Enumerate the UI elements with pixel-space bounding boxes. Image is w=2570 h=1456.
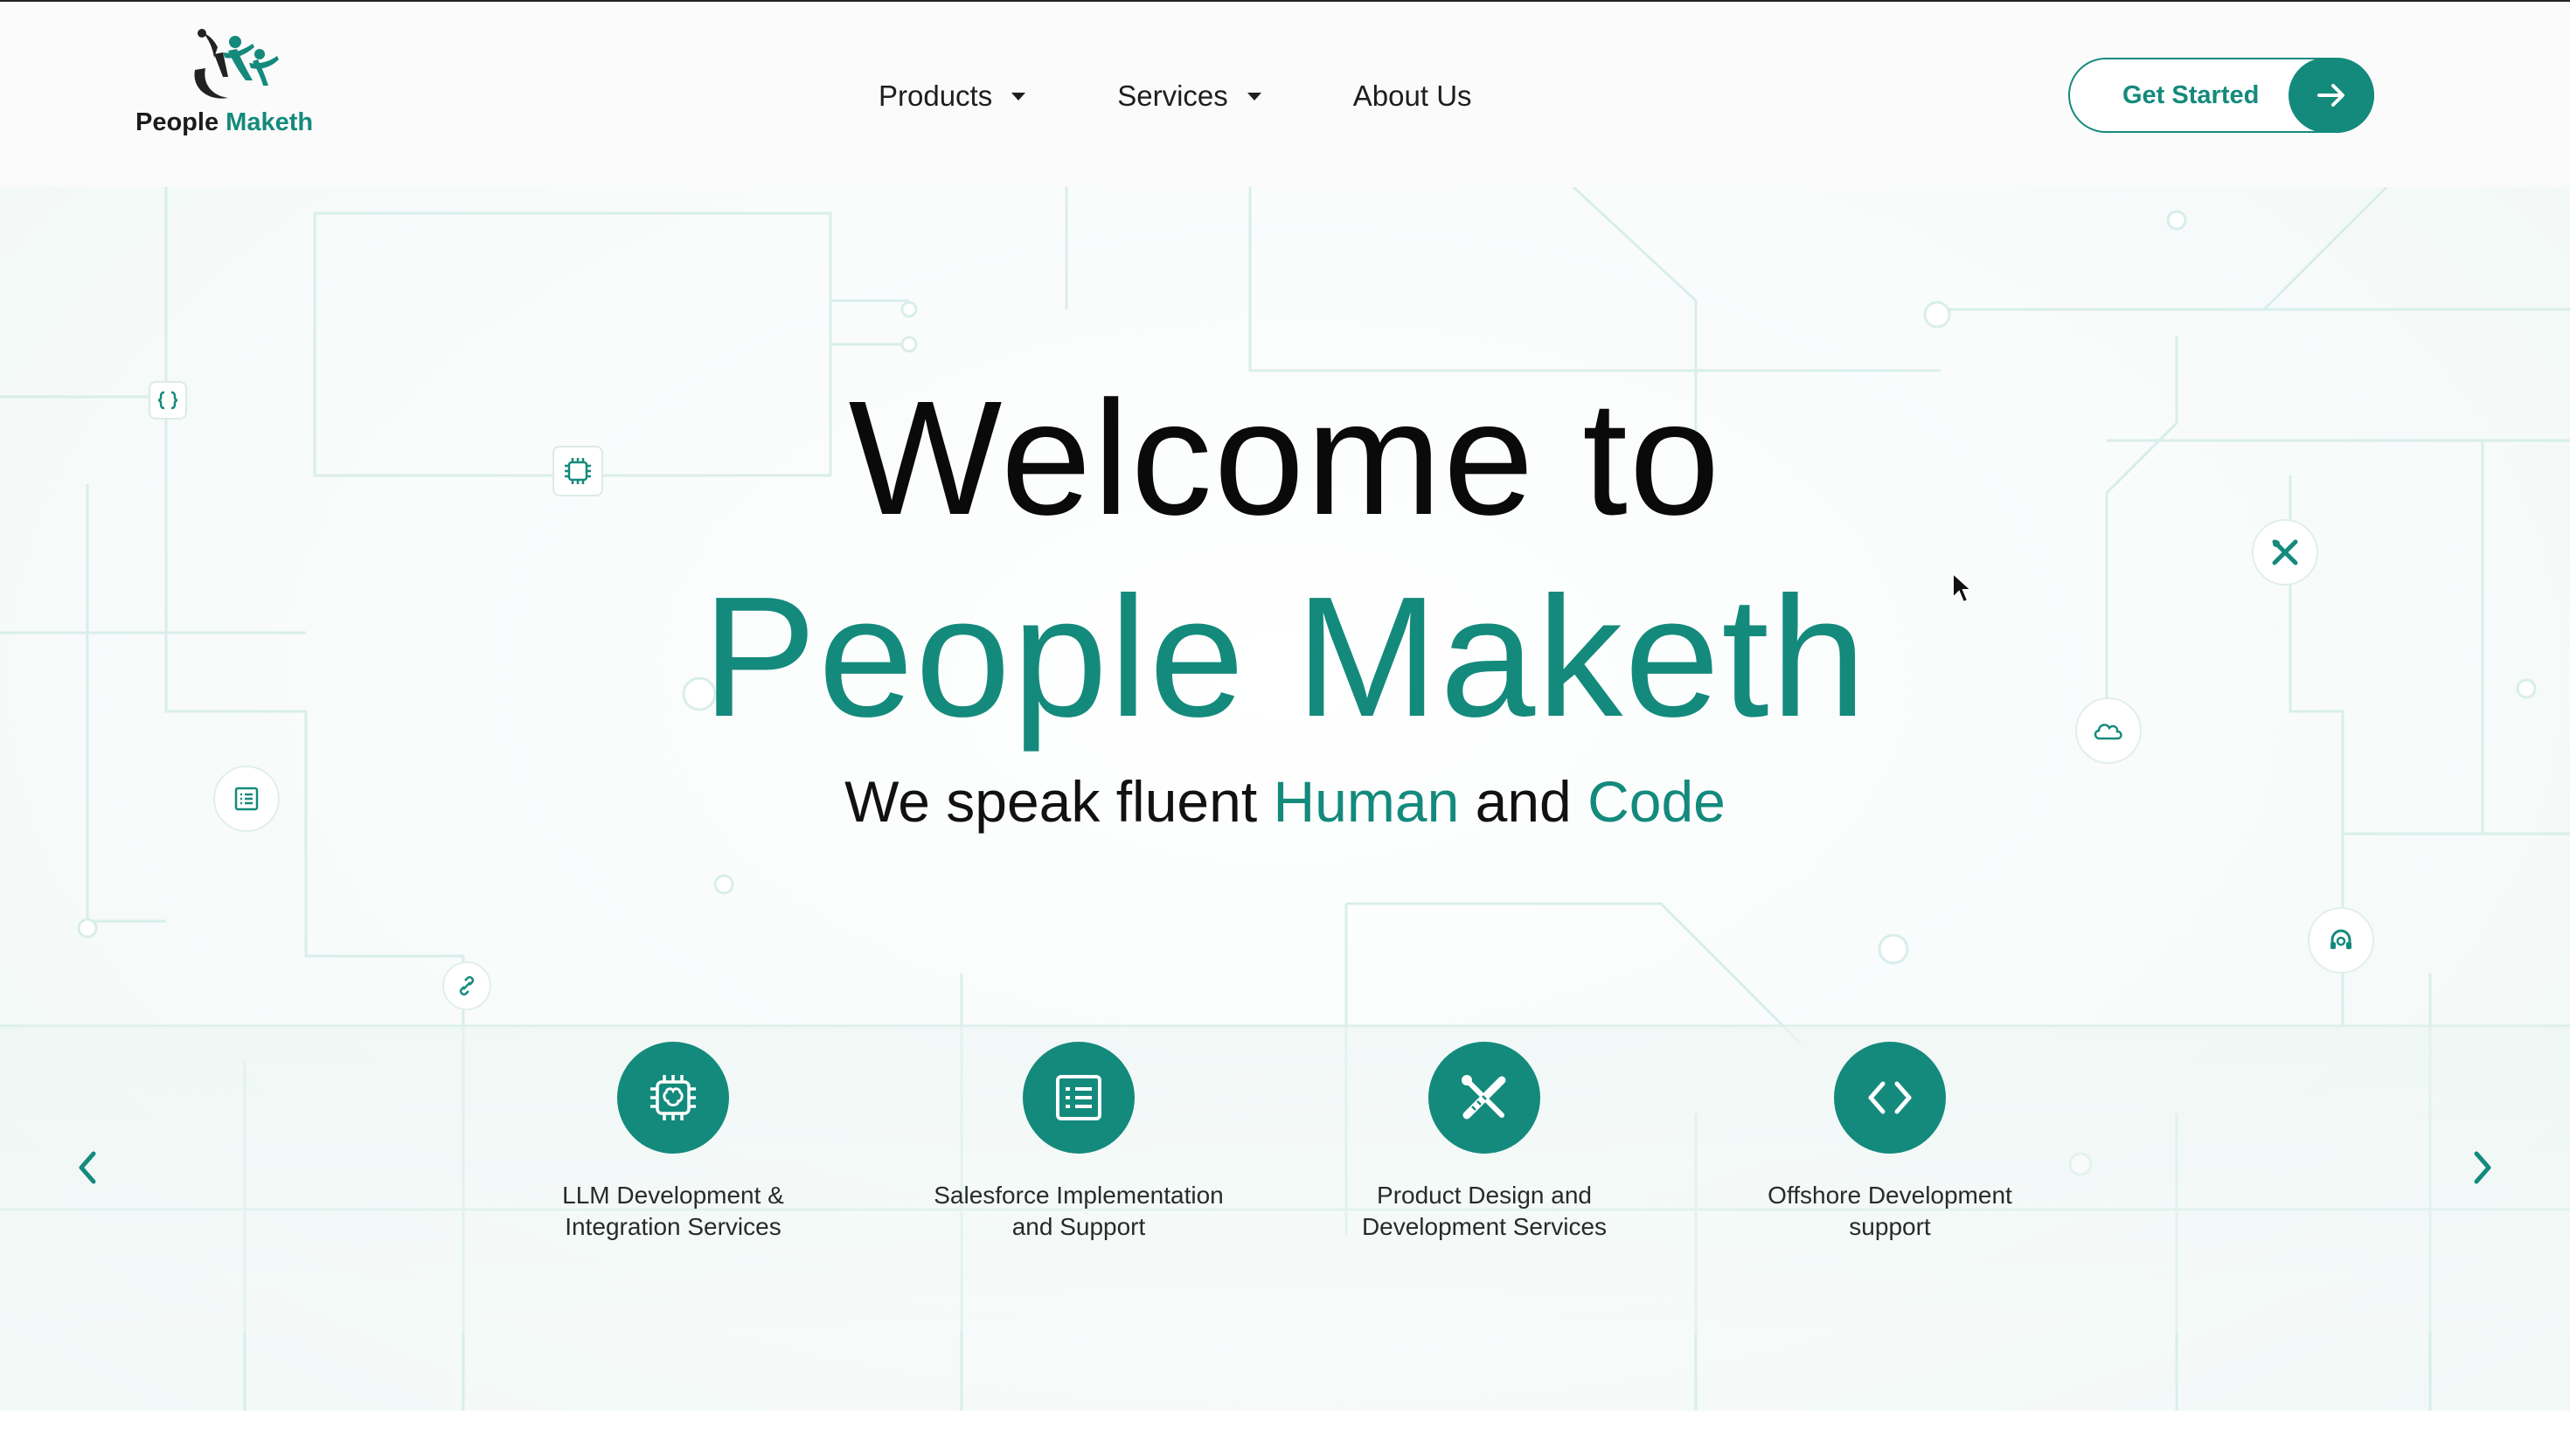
- hero-title-line1: Welcome to: [848, 368, 1722, 549]
- services-carousel: LLM Development & Integration Services S…: [0, 1026, 2570, 1332]
- hero-title-line2: People Maketh: [702, 561, 1868, 752]
- service-label-line1: LLM Development &: [562, 1182, 784, 1209]
- service-label: Salesforce Implementation and Support: [913, 1180, 1245, 1243]
- nav-item-label: Products: [879, 80, 993, 112]
- nav-item-services[interactable]: Services: [1117, 80, 1261, 113]
- chevron-right-icon: [2474, 1151, 2491, 1184]
- brand-name-part2: Maketh: [226, 108, 314, 136]
- nav-item-label: Services: [1117, 80, 1228, 112]
- caret-down-icon: [1011, 92, 1026, 101]
- get-started-button[interactable]: Get Started: [2068, 58, 2374, 133]
- service-label-line1: Salesforce Implementation: [934, 1182, 1224, 1209]
- logo-people-icon: [194, 29, 279, 99]
- nav-item-products[interactable]: Products: [879, 80, 1026, 113]
- service-label-line2: and Support: [1011, 1213, 1146, 1240]
- nav-item-label: About Us: [1352, 80, 1472, 112]
- brand-wordmark: People Maketh: [135, 108, 337, 137]
- get-started-label: Get Started: [2122, 80, 2260, 109]
- headset-icon: [2308, 907, 2374, 974]
- service-label-line2: Integration Services: [565, 1213, 781, 1240]
- tagline-word-human: Human: [1273, 769, 1460, 834]
- service-card-salesforce[interactable]: Salesforce Implementation and Support: [913, 1042, 1245, 1243]
- code-icon: [1834, 1042, 1946, 1154]
- link-icon: [442, 961, 491, 1010]
- chevron-left-icon: [79, 1151, 96, 1184]
- nav-item-about-us[interactable]: About Us: [1353, 80, 1472, 113]
- service-card-llm[interactable]: LLM Development & Integration Services: [507, 1042, 839, 1243]
- service-label-line2: Development Services: [1361, 1213, 1608, 1240]
- list-icon: [1023, 1042, 1135, 1154]
- design-tools-icon: [1428, 1042, 1540, 1154]
- service-label: Offshore Development support: [1724, 1180, 2056, 1243]
- arrow-right-icon: [2289, 58, 2374, 133]
- ai-chip-icon: [617, 1042, 729, 1154]
- tagline-word-code: Code: [1587, 769, 1726, 834]
- tagline-prefix: We speak fluent: [844, 769, 1258, 834]
- service-label: Product Design and Development Services: [1318, 1180, 1650, 1243]
- brand-logo[interactable]: People Maketh: [135, 28, 328, 146]
- carousel-next-button[interactable]: [2456, 1141, 2509, 1194]
- site-header: People Maketh Products Services About Us…: [0, 2, 2570, 187]
- tagline-middle: and: [1475, 769, 1572, 834]
- brand-name-part1: People: [135, 108, 219, 136]
- page-bottom: [0, 1411, 2570, 1456]
- main-nav: Products Services About Us: [879, 72, 1564, 121]
- service-label-line1: Product Design and: [1377, 1182, 1592, 1209]
- caret-down-icon: [1247, 92, 1261, 101]
- hero-tagline: We speak fluent Human and Code: [0, 768, 2570, 835]
- hero-section: Welcome to People Maketh We speak fluent…: [0, 187, 2570, 1411]
- service-label-line1: Offshore Development: [1768, 1182, 2012, 1209]
- service-card-product-design[interactable]: Product Design and Development Services: [1318, 1042, 1650, 1243]
- service-label-line2: support: [1849, 1213, 1931, 1240]
- service-card-offshore[interactable]: Offshore Development support: [1724, 1042, 2056, 1243]
- service-label: LLM Development & Integration Services: [507, 1180, 839, 1243]
- carousel-prev-button[interactable]: [61, 1141, 114, 1194]
- mouse-cursor-icon: [1952, 572, 1974, 604]
